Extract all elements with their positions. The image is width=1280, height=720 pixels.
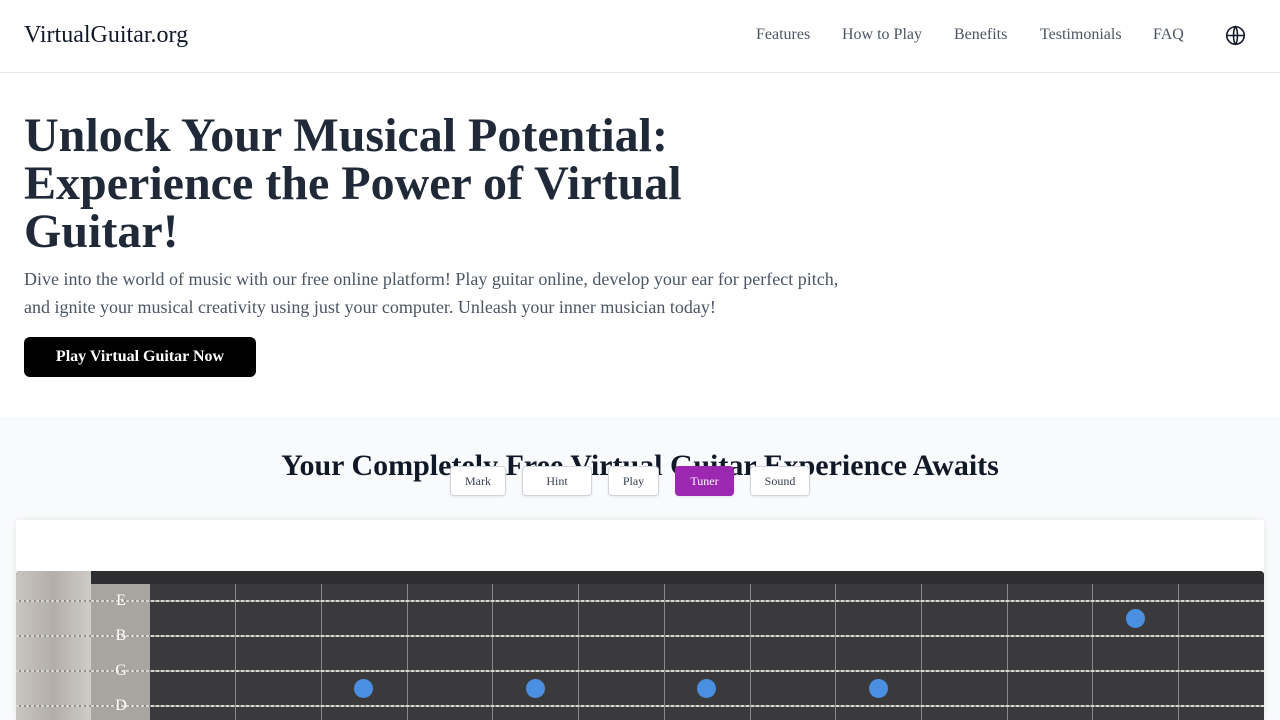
nav-link-benefits[interactable]: Benefits (954, 26, 1007, 44)
fret-line (835, 584, 836, 720)
tuner-button[interactable]: Tuner (675, 466, 734, 496)
fretboard-edge (16, 571, 1264, 584)
fret-line (1092, 584, 1093, 720)
fret-marker-dot (526, 679, 545, 698)
fret-line (492, 584, 493, 720)
fret-marker-dot (1126, 609, 1145, 628)
nav-link-how-to-play[interactable]: How to Play (842, 26, 922, 44)
hint-button[interactable]: Hint (522, 466, 592, 496)
site-logo[interactable]: VirtualGuitar.org (24, 22, 188, 49)
site-header: VirtualGuitar.org Features How to Play B… (0, 0, 1280, 73)
hero-title: Unlock Your Musical Potential: Experienc… (24, 109, 682, 258)
mark-button[interactable]: Mark (450, 466, 506, 496)
nav-link-features[interactable]: Features (756, 26, 810, 44)
fret-line (664, 584, 665, 720)
fret-marker-dot (697, 679, 716, 698)
fret-line (407, 584, 408, 720)
fret-line (235, 584, 236, 720)
sound-button[interactable]: Sound (750, 466, 810, 496)
nav-link-testimonials[interactable]: Testimonials (1040, 26, 1122, 44)
fret-line (1178, 584, 1179, 720)
play-button[interactable]: Play (608, 466, 659, 496)
hero-subtitle: Dive into the world of music with our fr… (24, 269, 839, 317)
guitar-headstock (16, 571, 91, 720)
fret-marker-dot (869, 679, 888, 698)
fret-line (578, 584, 579, 720)
nav-link-faq[interactable]: FAQ (1153, 26, 1184, 44)
fret-marker-dot (354, 679, 373, 698)
fret-line (750, 584, 751, 720)
fret-line (1007, 584, 1008, 720)
fret-line (921, 584, 922, 720)
string-label-g: G (115, 662, 127, 679)
string-label-b: B (115, 627, 127, 644)
guitar-string-e[interactable] (16, 600, 1264, 602)
guitar-fretboard[interactable]: E B G D (16, 571, 1264, 720)
guitar-string-d[interactable] (16, 705, 1264, 707)
string-label-e: E (116, 592, 126, 609)
globe-icon[interactable] (1225, 25, 1246, 46)
fret-line (321, 584, 322, 720)
play-virtual-guitar-button[interactable]: Play Virtual Guitar Now (24, 337, 256, 377)
guitar-string-b[interactable] (16, 635, 1264, 637)
guitar-string-g[interactable] (16, 670, 1264, 672)
string-label-d: D (115, 697, 127, 714)
